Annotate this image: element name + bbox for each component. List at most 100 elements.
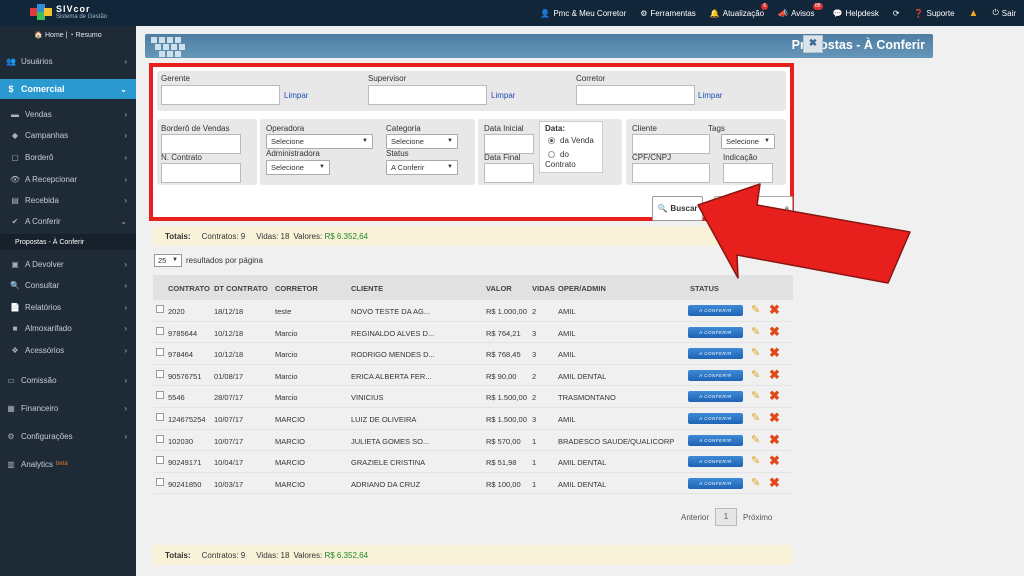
tags-select[interactable]: Selecione ▼ xyxy=(721,134,775,149)
sidebar-item-financeiro[interactable]: ▦ Financeiro › xyxy=(0,399,136,417)
secondary-button[interactable]: a xyxy=(714,196,793,221)
table-row[interactable]: 102030 10/07/17 MARCIO JULIETA GOMES SO... R… xyxy=(153,429,793,452)
refresh-icon[interactable]: ⟳ xyxy=(893,9,900,18)
sidebar-item-comercial[interactable]: $ Comercial ⌄ xyxy=(0,79,136,99)
categoria-select[interactable]: Selecione ▼ xyxy=(386,134,458,149)
table-row[interactable]: 90249171 10/04/17 MARCIO GRAZIELE CRISTINA R… xyxy=(153,451,793,473)
edit-icon[interactable]: ✎ xyxy=(751,303,760,316)
table-row[interactable]: 5546 28/07/17 Marcio VINICIUS R$ 1.500,00 2 TR… xyxy=(153,386,793,408)
sidebar-item-a-conferir[interactable]: ✔ A Conferir ⌄ xyxy=(0,213,136,229)
nav-pmc[interactable]: 👤 Pmc & Meu Corretor xyxy=(540,9,626,18)
delete-icon[interactable]: ✖ xyxy=(769,453,780,469)
operadora-select[interactable]: Selecione ▼ xyxy=(266,134,373,149)
administradora-select[interactable]: Selecione ▼ xyxy=(266,160,330,175)
edit-icon[interactable]: ✎ xyxy=(751,346,760,359)
table-row[interactable]: 124675254 10/07/17 MARCIO LUIZ DE OLIVEIRA R… xyxy=(153,407,793,430)
col-dt-contrato[interactable]: DT CONTRATO xyxy=(214,284,268,293)
sidebar-item-propostas-a-conferir[interactable]: Propostas - À Conferir xyxy=(0,234,136,250)
sidebar-item-configuracoes[interactable]: ⚙ Configurações › xyxy=(0,427,136,445)
sidebar-home[interactable]: 🏠 Home | ◔ Resumo xyxy=(0,28,136,42)
status-button[interactable]: A CONFERIR xyxy=(688,326,743,338)
row-checkbox[interactable] xyxy=(156,326,164,335)
nav-helpdesk[interactable]: 💬 Helpdesk xyxy=(833,9,879,18)
delete-icon[interactable]: ✖ xyxy=(769,475,780,491)
indicacao-input[interactable] xyxy=(723,163,773,183)
delete-icon[interactable]: ✖ xyxy=(769,302,780,318)
table-row[interactable]: 2020 18/12/18 teste NOVO TESTE DA AG... R$ 1… xyxy=(153,300,793,322)
status-button[interactable]: A CONFERIR xyxy=(688,369,743,381)
status-button[interactable]: A CONFERIR xyxy=(688,305,743,316)
radio-do-contrato[interactable] xyxy=(548,151,555,158)
delete-icon[interactable]: ✖ xyxy=(769,345,780,361)
pager-next[interactable]: Próximo xyxy=(743,513,772,522)
pager-prev[interactable]: Anterior xyxy=(681,513,709,522)
bordero-input[interactable] xyxy=(161,134,241,154)
status-button[interactable]: A CONFERIR xyxy=(688,434,743,446)
row-checkbox[interactable] xyxy=(156,348,164,357)
contrato-input[interactable] xyxy=(161,163,241,183)
col-cliente[interactable]: CLIENTE xyxy=(351,284,383,293)
sidebar-item-recebida[interactable]: ▤ Recebida › xyxy=(0,192,136,208)
sidebar-item-usuarios[interactable]: 👥 Usuários › xyxy=(0,52,136,70)
edit-icon[interactable]: ✎ xyxy=(751,368,760,381)
warning-icon[interactable]: ▲ xyxy=(969,8,979,19)
col-corretor[interactable]: CORRETOR xyxy=(275,284,318,293)
col-oper-admin[interactable]: OPER/ADMIN xyxy=(558,284,606,293)
col-vidas[interactable]: VIDAS xyxy=(532,284,555,293)
row-checkbox[interactable] xyxy=(156,477,164,486)
delete-icon[interactable]: ✖ xyxy=(769,324,780,340)
delete-icon[interactable]: ✖ xyxy=(769,367,780,383)
status-button[interactable]: A CONFERIR xyxy=(688,348,743,360)
row-checkbox[interactable] xyxy=(156,412,164,421)
nav-atualizacao[interactable]: 🔔 Atualização 6 xyxy=(710,2,769,18)
sidebar-item-acessorios[interactable]: ❖ Acessórios › xyxy=(0,342,136,358)
radio-da-venda[interactable] xyxy=(548,137,555,144)
sidebar-item-relatorios[interactable]: 📄 Relatórios › xyxy=(0,299,136,315)
nav-ferramentas[interactable]: ⚙ Ferramentas xyxy=(640,9,696,18)
corretor-input[interactable] xyxy=(576,85,695,105)
sidebar-item-campanhas[interactable]: ◆ Campanhas › xyxy=(0,127,136,143)
nav-suporte[interactable]: ❓ Suporte xyxy=(914,9,955,18)
table-row[interactable]: 978464 10/12/18 Marcio RODRIGO MENDES D... R… xyxy=(153,343,793,365)
edit-icon[interactable]: ✎ xyxy=(751,433,760,446)
row-checkbox[interactable] xyxy=(156,391,164,400)
status-button[interactable]: A CONFERIR xyxy=(688,412,743,424)
cpf-input[interactable] xyxy=(632,163,710,183)
sidebar-item-a-devolver[interactable]: ▣ A Devolver › xyxy=(0,256,136,272)
delete-icon[interactable]: ✖ xyxy=(769,432,780,448)
row-checkbox[interactable] xyxy=(156,456,164,465)
table-row[interactable]: 90241850 10/03/17 MARCIO ADRIANO DA CRUZ R$ … xyxy=(153,472,793,495)
status-button[interactable]: A CONFERIR xyxy=(688,391,743,403)
edit-icon[interactable]: ✎ xyxy=(751,411,760,424)
per-page-select[interactable]: 25 ▼ xyxy=(154,254,182,267)
row-checkbox[interactable] xyxy=(156,305,164,313)
col-contrato[interactable]: CONTRATO xyxy=(168,284,210,293)
edit-icon[interactable]: ✎ xyxy=(751,389,760,402)
pager-page-1[interactable]: 1 xyxy=(715,508,738,526)
supervisor-input[interactable] xyxy=(368,85,487,105)
edit-icon[interactable]: ✎ xyxy=(751,454,760,467)
col-valor[interactable]: VALOR xyxy=(486,284,512,293)
search-button[interactable]: 🔍 Buscar xyxy=(652,196,703,221)
status-button[interactable]: A CONFERIR xyxy=(688,456,743,468)
gerente-clear-link[interactable]: Limpar xyxy=(284,91,308,100)
sidebar-item-consultar[interactable]: 🔍 Consultar › xyxy=(0,277,136,293)
delete-icon[interactable]: ✖ xyxy=(769,388,780,404)
nav-sair[interactable]: ⏻ Sair xyxy=(992,8,1016,18)
cliente-input[interactable] xyxy=(632,134,710,154)
edit-icon[interactable]: ✎ xyxy=(751,476,760,489)
row-checkbox[interactable] xyxy=(156,434,164,443)
sidebar-item-a-recepcionar[interactable]: 👁 A Recepcionar › xyxy=(0,171,136,187)
close-button[interactable]: ✖ xyxy=(803,35,823,53)
sidebar-item-analytics[interactable]: ▥ Analytics beta xyxy=(0,455,136,473)
gerente-input[interactable] xyxy=(161,85,280,105)
edit-icon[interactable]: ✎ xyxy=(751,325,760,338)
supervisor-clear-link[interactable]: Limpar xyxy=(491,91,515,100)
delete-icon[interactable]: ✖ xyxy=(769,410,780,426)
status-button[interactable]: A CONFERIR xyxy=(688,477,743,489)
table-row[interactable]: 9785644 10/12/18 Marcio REGINALDO ALVES D..… xyxy=(153,321,793,344)
table-row[interactable]: 90576751 01/08/17 Marcio ERICA ALBERTA FER.… xyxy=(153,364,793,387)
sidebar-item-comissao[interactable]: ▭ Comissão › xyxy=(0,371,136,389)
corretor-clear-link[interactable]: Limpar xyxy=(698,91,722,100)
nav-avisos[interactable]: 📣 Avisos 88 xyxy=(778,2,823,18)
